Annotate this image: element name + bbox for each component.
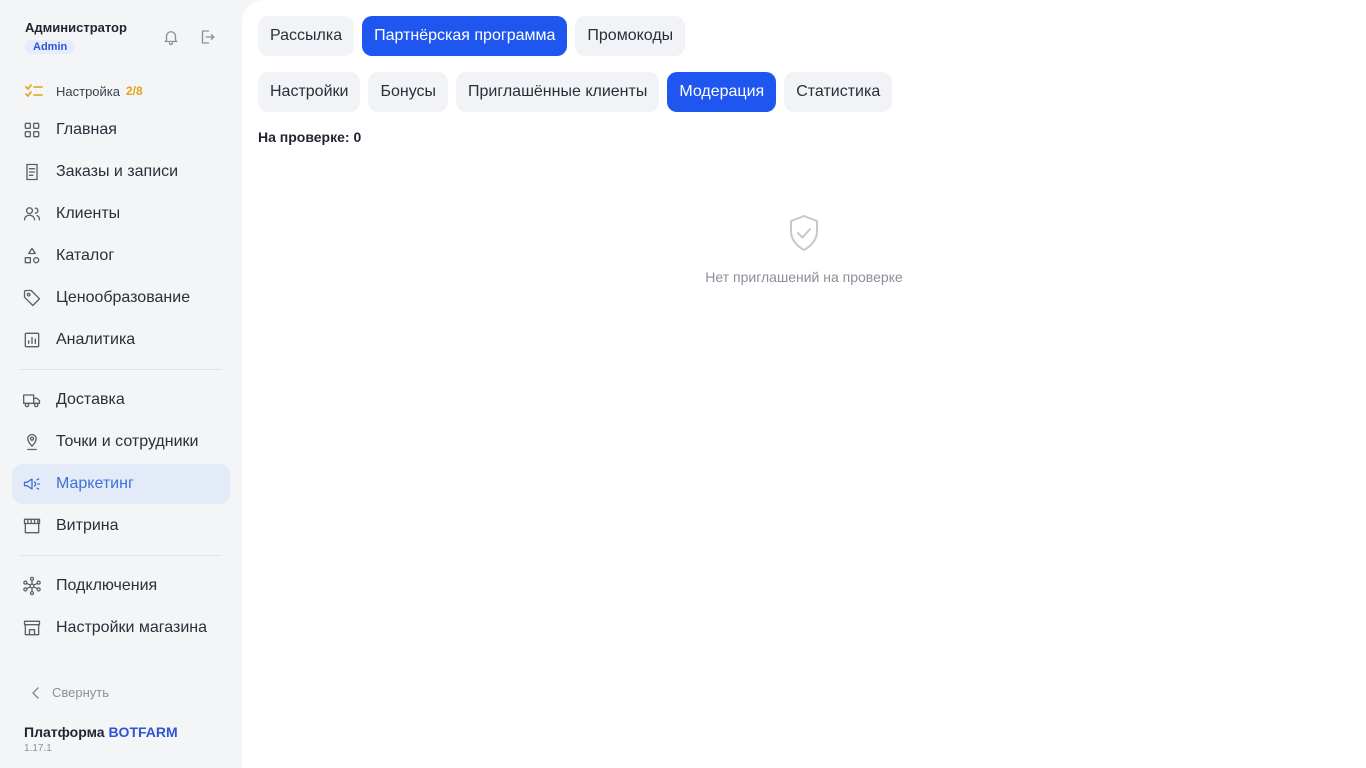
sidebar-item-locations[interactable]: Точки и сотрудники [12,422,230,462]
sidebar-item-clients[interactable]: Клиенты [12,194,230,234]
sidebar-item-delivery[interactable]: Доставка [12,380,230,420]
storefront-icon [22,516,42,536]
setup-progress[interactable]: Настройка 2/8 [24,82,143,100]
tab-promocodes[interactable]: Промокоды [575,16,686,56]
checklist-icon [24,82,44,100]
sidebar-item-label: Аналитика [56,331,136,348]
empty-state-text: Нет приглашений на проверке [705,269,903,285]
sidebar-item-label: Заказы и записи [56,163,179,180]
user-name: Администратор [25,20,127,35]
sidebar-item-shop-settings[interactable]: Настройки магазина [12,608,230,648]
tab-statistics[interactable]: Статистика [784,72,893,112]
tab-partner-program[interactable]: Партнёрская программа [362,16,568,56]
bell-icon[interactable] [162,28,180,46]
tab-invited-clients[interactable]: Приглашённые клиенты [456,72,660,112]
main-content: Рассылка Партнёрская программа Промокоды… [242,0,1366,768]
sidebar-item-orders[interactable]: Заказы и записи [12,152,230,192]
sidebar-item-label: Настройки магазина [56,619,208,636]
tab-bonuses[interactable]: Бонусы [368,72,449,112]
megaphone-icon [22,474,42,494]
sidebar-item-catalog[interactable]: Каталог [12,236,230,276]
sidebar-item-label: Каталог [56,247,115,264]
shield-check-icon [788,214,820,257]
logout-icon[interactable] [198,28,216,46]
sidebar-item-label: Витрина [56,517,119,534]
network-icon [22,576,42,596]
tag-icon [22,288,42,308]
empty-state: Нет приглашений на проверке [700,214,908,285]
users-icon [22,204,42,224]
chart-icon [22,330,42,350]
sidebar-item-integrations[interactable]: Подключения [12,566,230,606]
shapes-icon [22,246,42,266]
user-block: Администратор Admin [25,20,127,55]
tab-newsletter[interactable]: Рассылка [258,16,355,56]
moderation-count: На проверке: 0 [258,129,362,145]
collapse-sidebar-button[interactable]: Свернуть [32,685,109,700]
sidebar-item-pricing[interactable]: Ценообразование [12,278,230,318]
sidebar-item-label: Клиенты [56,205,121,222]
sidebar-item-label: Главная [56,121,117,138]
tab-settings[interactable]: Настройки [258,72,361,112]
platform-prefix: Платформа [24,724,105,740]
collapse-label: Свернуть [52,685,110,700]
role-badge: Admin [25,40,76,54]
platform-brand: BOTFARM [108,724,178,740]
setup-label: Настройка [56,83,120,99]
top-icons [162,28,216,46]
truck-icon [22,390,42,410]
sidebar-item-label: Доставка [56,391,125,408]
setup-progress-count: 2/8 [126,84,143,98]
sidebar: Администратор Admin Настройка 2/8 Главна… [0,0,242,768]
sidebar-divider [20,369,222,370]
grid-icon [22,120,42,140]
platform-version: 1.17.1 [24,743,52,754]
sidebar-item-storefront[interactable]: Витрина [12,506,230,546]
sub-tabs: Настройки Бонусы Приглашённые клиенты Мо… [258,72,893,112]
location-pin-icon [22,432,42,452]
sidebar-item-label: Подключения [56,577,158,594]
sidebar-item-marketing[interactable]: Маркетинг [12,464,230,504]
sidebar-divider [20,555,222,556]
sidebar-item-home[interactable]: Главная [12,110,230,150]
sidebar-item-label: Ценообразование [56,289,191,306]
sidebar-item-analytics[interactable]: Аналитика [12,320,230,360]
platform-name: Платформа BOTFARM [24,724,178,740]
sidebar-item-label: Точки и сотрудники [56,433,199,450]
main-tabs: Рассылка Партнёрская программа Промокоды [258,16,686,56]
receipt-icon [22,162,42,182]
tab-moderation[interactable]: Модерация [667,72,777,112]
chevron-left-icon [32,686,40,699]
app: Администратор Admin Настройка 2/8 Главна… [0,0,1366,768]
shop-settings-icon [22,618,42,638]
sidebar-item-label: Маркетинг [56,475,134,492]
sidebar-nav: Главная Заказы и записи Клиенты Каталог [12,110,230,650]
